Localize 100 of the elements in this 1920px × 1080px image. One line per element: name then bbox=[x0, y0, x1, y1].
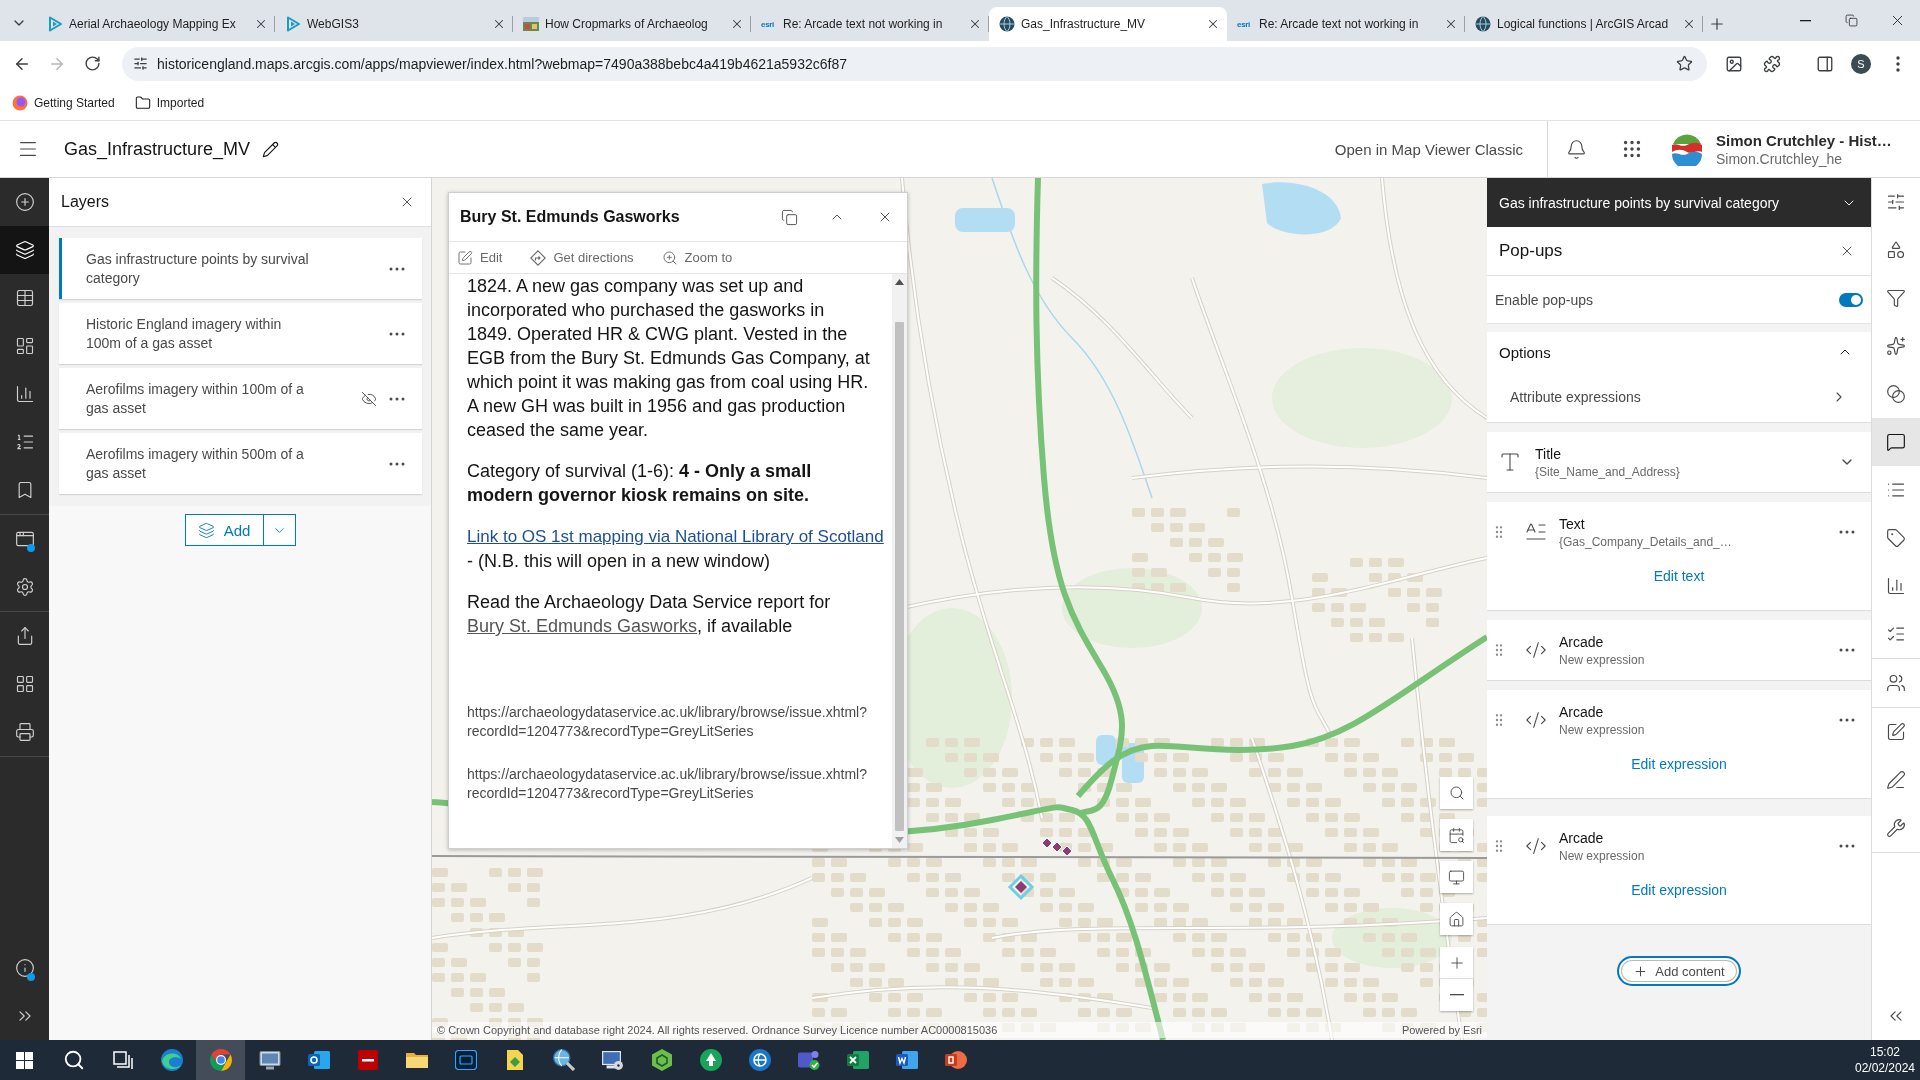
wrench-icon bbox=[1886, 818, 1906, 838]
close-icon bbox=[1444, 17, 1458, 31]
browser-tab[interactable]: Aerial Archaeology Mapping Ex bbox=[37, 7, 275, 41]
kebab-menu-icon bbox=[1896, 55, 1900, 72]
edit-link[interactable]: Edit expression bbox=[1631, 882, 1727, 898]
bar-chart-icon bbox=[14, 384, 35, 404]
edit-link[interactable]: Edit expression bbox=[1631, 756, 1727, 772]
layer-item[interactable]: Historic England imagery within 100m of a gas asset bbox=[59, 303, 422, 364]
edit-icon bbox=[1886, 722, 1906, 742]
task-view-icon bbox=[112, 1051, 133, 1069]
browser-tab[interactable]: Gas_Infrastructure_MV bbox=[989, 7, 1227, 41]
classic-viewer-link[interactable]: Open in Map Viewer Classic bbox=[1310, 140, 1547, 158]
layer-item[interactable]: Aerofilms imagery within 100m of a gas asset bbox=[59, 368, 422, 429]
browser-tab[interactable]: How Cropmarks of Archaeolog bbox=[513, 7, 751, 41]
four-panes-icon bbox=[16, 1051, 33, 1069]
sliders-icon bbox=[132, 56, 148, 71]
globe-icon bbox=[1475, 16, 1491, 32]
browser-tab[interactable]: esri Re: Arcade text not working in bbox=[1227, 7, 1465, 41]
filter-icon bbox=[1886, 288, 1906, 308]
layer-select[interactable]: Gas infrastructure points by survival category bbox=[1487, 178, 1871, 227]
element-label: Text bbox=[1559, 514, 1586, 534]
browser-tab[interactable]: Logical functions | ArcGIS Arcad bbox=[1465, 7, 1703, 41]
bar-chart-icon bbox=[1886, 576, 1906, 596]
profile-button[interactable]: S bbox=[1844, 46, 1878, 81]
ellipsis-icon bbox=[389, 396, 405, 401]
globe-search-icon bbox=[552, 1049, 575, 1071]
add-content-button[interactable]: Add content bbox=[1617, 956, 1741, 986]
ellipsis-icon bbox=[1839, 718, 1855, 722]
close-icon bbox=[1206, 17, 1220, 31]
code-icon bbox=[1525, 639, 1547, 661]
globe-icon bbox=[999, 16, 1015, 32]
edit-link[interactable]: Edit text bbox=[1653, 568, 1705, 584]
diamond-arrow-icon bbox=[530, 249, 547, 266]
thumbnail-icon bbox=[523, 17, 539, 31]
url-text: https://archaeologydataservice.ac.uk/library/browse/issue.xhtml?recordId=1204773&recordType=GreyLitSeries bbox=[467, 765, 868, 803]
user-name: Simon Crutchley - Hist… bbox=[1716, 130, 1893, 150]
table-icon bbox=[14, 288, 35, 308]
bookmark-link[interactable]: Getting Started bbox=[8, 91, 119, 115]
restore-icon bbox=[1844, 14, 1858, 27]
element-value: New expression bbox=[1559, 651, 1645, 668]
ellipsis-icon bbox=[1839, 530, 1855, 534]
sparkles-icon bbox=[1886, 336, 1906, 356]
document-icon bbox=[506, 1050, 523, 1070]
address-field[interactable]: historicengland.maps.arcgis.com/apps/mapviewer/index.html?webmap=7490a388bebc4a419b4621a5932c6f87 bbox=[122, 46, 1707, 81]
browser-tab[interactable]: esri Re: Arcade text not working in bbox=[751, 7, 989, 41]
layer-item[interactable]: Aerofilms imagery within 500m of a gas asset bbox=[59, 433, 422, 494]
envelope-tile-icon bbox=[307, 1051, 330, 1069]
folder-icon bbox=[405, 1052, 428, 1068]
toggle-switch[interactable] bbox=[1839, 292, 1863, 307]
add-layer-button[interactable]: Add bbox=[184, 514, 264, 546]
users-icon bbox=[1886, 673, 1906, 693]
zoom-in-icon bbox=[661, 249, 678, 266]
close-icon bbox=[492, 17, 506, 31]
apps-grid-icon bbox=[1621, 138, 1643, 160]
site-logo-text: esri bbox=[761, 19, 776, 29]
options-item[interactable]: Attribute expressions bbox=[1487, 372, 1871, 422]
puzzle-icon bbox=[1763, 54, 1781, 73]
toolbar-button[interactable] bbox=[1872, 418, 1920, 466]
pen-icon bbox=[1886, 770, 1906, 790]
info-icon bbox=[14, 958, 35, 978]
attribution-text: © Crown Copyright and database right 2024. All rights reserved. Ordnance Survey Licence number AC0000815036 bbox=[437, 1024, 998, 1036]
toolbar-button[interactable] bbox=[0, 226, 49, 274]
monitor-icon bbox=[258, 1050, 281, 1070]
popup-action-button[interactable]: Edit bbox=[449, 242, 511, 273]
eye-slash-icon[interactable] bbox=[361, 390, 377, 407]
people-tile-icon bbox=[797, 1050, 820, 1070]
pencil-icon bbox=[261, 140, 279, 158]
add-options-button[interactable] bbox=[263, 514, 296, 546]
round-logo-icon bbox=[699, 1049, 722, 1071]
close-icon bbox=[1682, 17, 1696, 31]
reload-icon bbox=[83, 55, 101, 72]
settings-icon bbox=[14, 577, 35, 597]
presentation-tile-icon bbox=[944, 1051, 967, 1069]
panel-title: Layers bbox=[61, 193, 110, 211]
element-label: Title bbox=[1535, 444, 1562, 464]
bookmark-link[interactable]: Imported bbox=[130, 91, 209, 115]
popup-paragraph: Link to OS 1st mapping via National Library of Scotland - (N.B. this will open in a new window) bbox=[467, 526, 885, 573]
clock-time: 15:02 bbox=[1870, 1044, 1900, 1060]
window-icon bbox=[14, 529, 35, 549]
element-value: New expression bbox=[1559, 721, 1645, 738]
panel-title: Pop-ups bbox=[1499, 241, 1563, 261]
ellipsis-icon bbox=[389, 461, 405, 466]
dashboard-icon bbox=[14, 336, 35, 356]
folder-icon bbox=[134, 95, 151, 111]
options-header[interactable]: Options bbox=[1487, 332, 1871, 372]
spreadsheet-tile-icon bbox=[846, 1051, 869, 1069]
swirl-logo-icon bbox=[159, 1048, 184, 1072]
popup-paragraph: 1824. A new gas company was set up and incorporated who purchased the gasworks in 1849. Operated HR & CWG plant. Vested in the EGB from the Bury St. Edmunds Gas Company, at which point it was making gas from coal using HR. A new GH was built in 1956 and gas production ceased the same year. bbox=[467, 275, 871, 442]
popup-title: Bury St. Edmunds Gasworks bbox=[460, 208, 681, 226]
globe-icon bbox=[748, 1049, 771, 1071]
popup-action-button[interactable]: Zoom to bbox=[653, 242, 741, 273]
triangle-logo-icon bbox=[47, 16, 63, 32]
minimize-icon bbox=[1799, 19, 1811, 22]
site-logo-text: esri bbox=[1237, 19, 1252, 29]
popup-action-button[interactable]: Get directions bbox=[522, 242, 642, 273]
layer-item[interactable]: Gas infrastructure points by survival category bbox=[59, 238, 422, 299]
wave-emblem-icon[interactable] bbox=[1670, 132, 1704, 166]
shapes-icon bbox=[1886, 240, 1906, 260]
browser-tab[interactable]: WebGIS3 bbox=[275, 7, 513, 41]
toggle-label: Enable pop-ups bbox=[1495, 291, 1594, 308]
